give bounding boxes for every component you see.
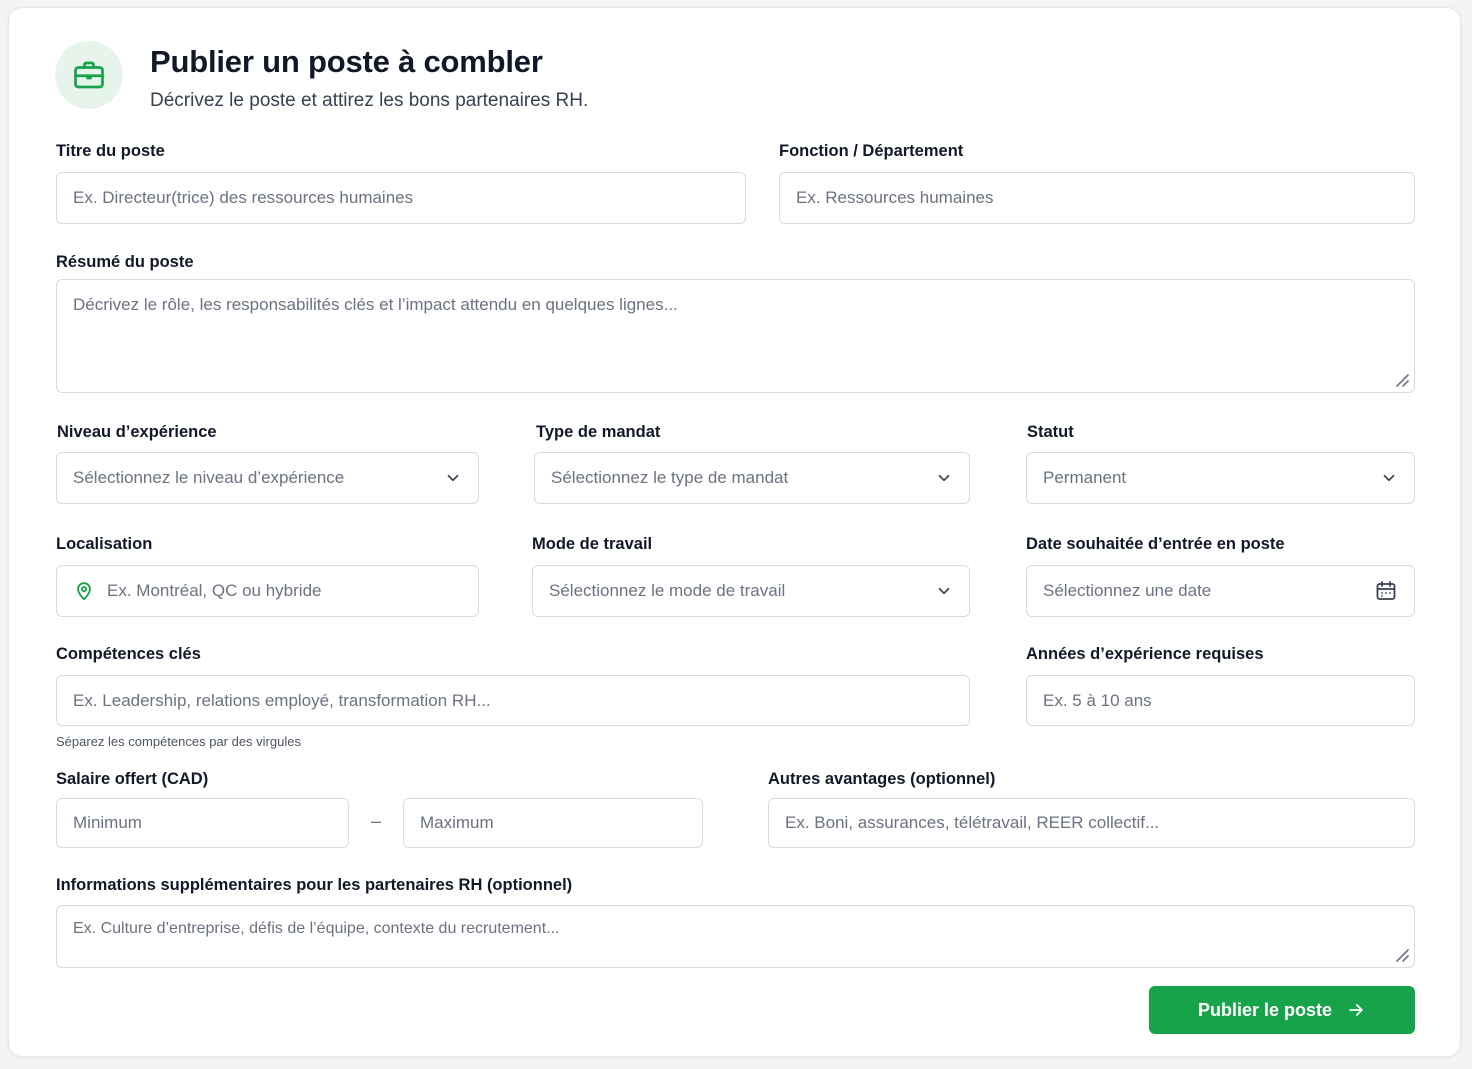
benefits-label: Autres avantages (optionnel) xyxy=(768,770,996,788)
calendar-icon[interactable] xyxy=(1374,579,1398,603)
status-select[interactable]: Permanent xyxy=(1026,452,1415,504)
start-date-label: Date souhaitée d’entrée en poste xyxy=(1026,535,1285,553)
location-label: Localisation xyxy=(56,535,153,553)
chevron-down-icon xyxy=(1383,474,1395,482)
skills-input[interactable]: Ex. Leadership, relations employé, trans… xyxy=(56,675,970,726)
chevron-down-icon xyxy=(938,587,950,595)
years-required-input[interactable]: Ex. 5 à 10 ans xyxy=(1026,675,1415,726)
page-title: Publier un poste à combler xyxy=(150,44,543,79)
extra-info-textarea[interactable]: Ex. Culture d’entreprise, défis de l’équ… xyxy=(56,905,1415,968)
start-date-picker[interactable]: Sélectionnez une date xyxy=(1026,565,1415,617)
mandate-type-label: Type de mandat xyxy=(536,423,661,441)
job-post-form-card: Publier un poste à combler Décrivez le p… xyxy=(8,7,1461,1057)
page-subtitle: Décrivez le poste et attirez les bons pa… xyxy=(150,90,589,111)
department-input[interactable]: Ex. Ressources humaines xyxy=(779,172,1415,224)
benefits-input[interactable]: Ex. Boni, assurances, télétravail, REER … xyxy=(768,798,1415,848)
skills-hint: Séparez les compétences par des virgules xyxy=(56,734,301,749)
resize-handle-icon[interactable] xyxy=(1395,373,1409,387)
extra-info-label: Informations supplémentaires pour les pa… xyxy=(56,876,573,894)
resize-handle-icon[interactable] xyxy=(1395,948,1409,962)
job-title-input[interactable]: Ex. Directeur(trice) des ressources huma… xyxy=(56,172,746,224)
salary-label: Salaire offert (CAD) xyxy=(56,770,209,788)
briefcase-icon xyxy=(74,61,104,89)
briefcase-icon-badge xyxy=(55,41,123,109)
publish-button[interactable]: Publier le poste xyxy=(1149,986,1415,1034)
experience-level-select[interactable]: Sélectionnez le niveau d’expérience xyxy=(56,452,479,504)
summary-label: Résumé du poste xyxy=(56,253,194,271)
arrow-right-icon xyxy=(1349,1004,1363,1016)
skills-label: Compétences clés xyxy=(56,645,201,663)
status-label: Statut xyxy=(1027,423,1074,441)
map-pin-icon xyxy=(77,582,91,601)
years-required-label: Années d’expérience requises xyxy=(1026,645,1264,663)
department-label: Fonction / Département xyxy=(779,142,964,160)
experience-level-label: Niveau d’expérience xyxy=(57,423,217,441)
job-title-label: Titre du poste xyxy=(56,142,165,160)
work-mode-label: Mode de travail xyxy=(532,535,653,553)
publish-button-label: Publier le poste xyxy=(1197,999,1333,1020)
summary-textarea[interactable]: Décrivez le rôle, les responsabilités cl… xyxy=(56,279,1415,393)
chevron-down-icon xyxy=(447,474,459,482)
location-input[interactable]: Ex. Montréal, QC ou hybride xyxy=(56,565,479,617)
work-mode-select[interactable]: Sélectionnez le mode de travail xyxy=(532,565,970,617)
salary-max-input[interactable]: Maximum xyxy=(403,798,703,848)
chevron-down-icon xyxy=(938,474,950,482)
salary-range-separator: – xyxy=(371,811,382,831)
salary-min-input[interactable]: Minimum xyxy=(56,798,349,848)
mandate-type-select[interactable]: Sélectionnez le type de mandat xyxy=(534,452,970,504)
